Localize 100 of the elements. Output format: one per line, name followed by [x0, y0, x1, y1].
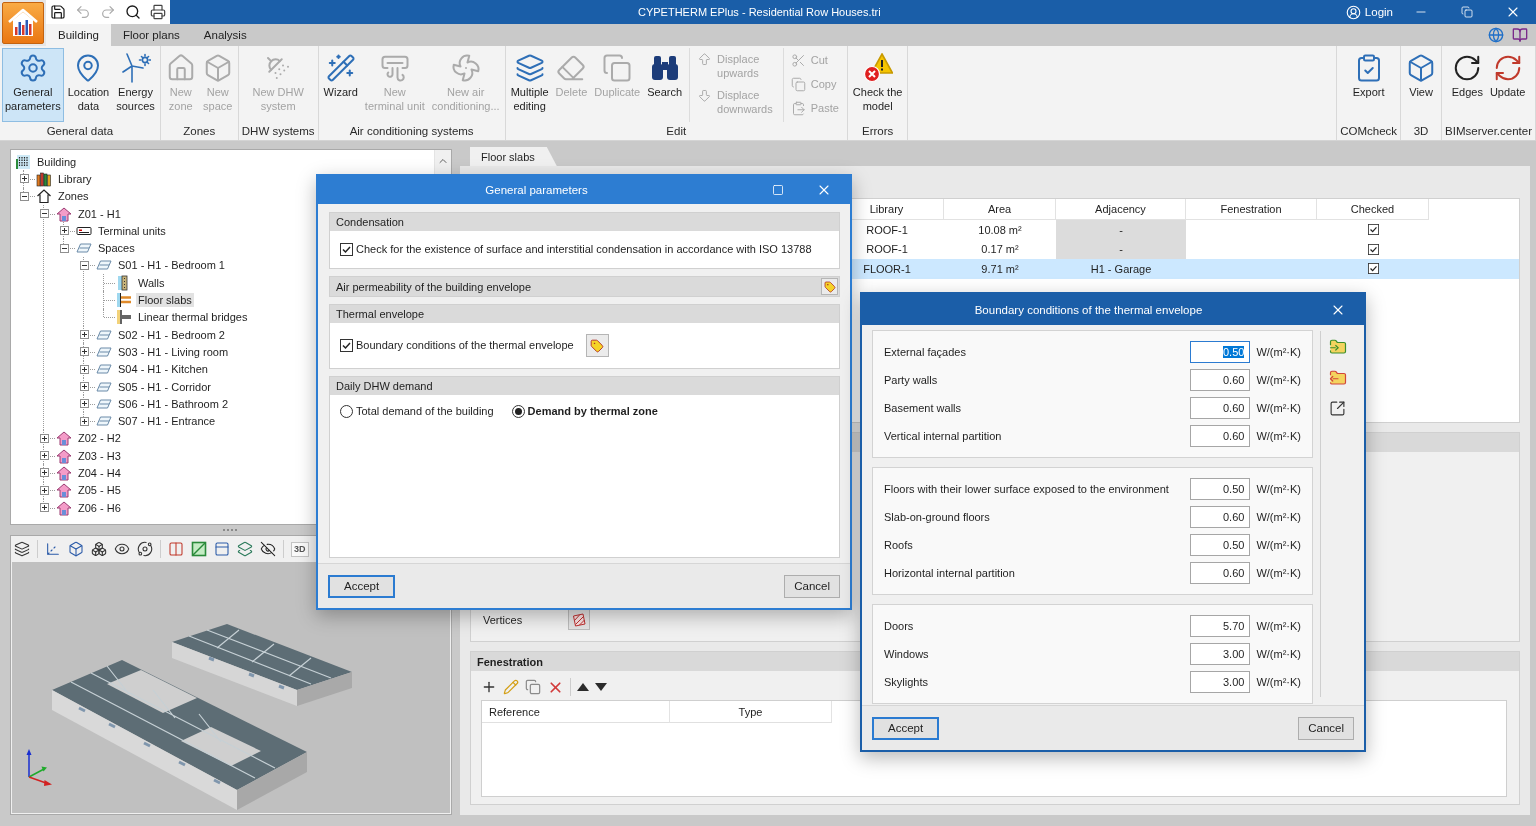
- tree-item[interactable]: Linear thermal bridges: [136, 310, 250, 325]
- checkbox[interactable]: [1367, 224, 1379, 236]
- triangle-down-icon[interactable]: [595, 683, 607, 691]
- square-arrow-icon[interactable]: [1329, 400, 1346, 417]
- maximize-icon[interactable]: [772, 184, 784, 196]
- ribbon-button[interactable]: Multiple editing: [507, 48, 552, 122]
- tree-toggle[interactable]: [59, 243, 69, 253]
- panel-tab[interactable]: Floor slabs: [470, 147, 557, 166]
- tree-toggle[interactable]: [39, 468, 49, 478]
- tree-toggle[interactable]: [79, 382, 89, 391]
- value-input[interactable]: 0.60: [1190, 562, 1251, 584]
- checkbox[interactable]: [340, 243, 353, 256]
- search-icon[interactable]: [125, 4, 141, 20]
- value-input[interactable]: 0.60: [1190, 369, 1251, 391]
- value-input[interactable]: 0.60: [1190, 425, 1251, 447]
- tree-toggle[interactable]: [19, 191, 29, 201]
- checkbox[interactable]: [1367, 263, 1379, 275]
- layers-icon[interactable]: [14, 541, 30, 557]
- tree-toggle[interactable]: [79, 347, 89, 357]
- tree-item[interactable]: Z04 - H4: [76, 466, 123, 480]
- checkbox[interactable]: [1367, 243, 1379, 255]
- 3d-viewport[interactable]: [12, 562, 450, 813]
- ribbon-button[interactable]: Location data: [64, 48, 113, 122]
- ribbon-button[interactable]: Energy sources: [113, 48, 158, 122]
- save-icon[interactable]: [50, 4, 66, 20]
- tree-item[interactable]: Z06 - H6: [76, 500, 123, 515]
- tree-item[interactable]: Z05 - H5: [76, 483, 123, 498]
- tree-item[interactable]: Spaces: [96, 241, 137, 256]
- view-3d-button[interactable]: 3D: [291, 541, 309, 557]
- tree-item[interactable]: S06 - H1 - Bathroom 2: [116, 396, 231, 411]
- tree-item[interactable]: Walls: [136, 275, 167, 290]
- checkbox[interactable]: [340, 339, 353, 352]
- tree-item[interactable]: S05 - H1 - Corridor: [116, 379, 213, 394]
- value-input[interactable]: 0.60: [1190, 397, 1251, 419]
- tree-toggle[interactable]: [39, 451, 49, 461]
- login-button[interactable]: Login: [1343, 0, 1395, 24]
- globe-icon[interactable]: [1488, 27, 1504, 43]
- ribbon-button[interactable]: View: [1403, 48, 1440, 122]
- ribbon-button[interactable]: Edges: [1448, 48, 1486, 122]
- folder-arrow-out-icon[interactable]: [1328, 369, 1347, 387]
- radio-button[interactable]: [340, 405, 353, 418]
- tree-item[interactable]: Floor slabs: [136, 293, 194, 307]
- value-input[interactable]: 5.70: [1190, 615, 1251, 637]
- dialog-button[interactable]: Accept: [328, 574, 396, 598]
- eye-icon[interactable]: [114, 541, 130, 557]
- ribbon-button[interactable]: Wizard: [320, 48, 361, 122]
- app-menu-button[interactable]: [2, 2, 44, 44]
- vertices-button[interactable]: [568, 609, 591, 630]
- value-input[interactable]: 3.00: [1190, 643, 1251, 665]
- tree-item[interactable]: S04 - H1 - Kitchen: [116, 362, 210, 377]
- settings-button[interactable]: [585, 334, 609, 357]
- triangle-up-icon[interactable]: [577, 683, 589, 691]
- cube-icon[interactable]: [68, 541, 84, 557]
- dialog-button[interactable]: Cancel: [784, 574, 840, 598]
- tree-item[interactable]: Building: [35, 154, 79, 169]
- ribbon-tab[interactable]: Floor plans: [110, 24, 192, 46]
- stacked-layers-icon[interactable]: [237, 541, 253, 557]
- book-icon[interactable]: [1512, 27, 1528, 43]
- value-input[interactable]: 0.50: [1190, 534, 1251, 556]
- cubes-icon[interactable]: [91, 541, 107, 557]
- value-input[interactable]: 3.00: [1190, 671, 1251, 693]
- split-panel-icon[interactable]: [168, 541, 184, 557]
- table-row[interactable]: FLOOR-1 9.71 m² H1 - Garage: [852, 259, 1519, 279]
- tree-item[interactable]: Z02 - H2: [76, 431, 123, 446]
- dialog-button[interactable]: Accept: [872, 716, 940, 740]
- value-input[interactable]: 0.50: [1190, 341, 1251, 363]
- tree-toggle[interactable]: [79, 364, 89, 374]
- tree-item[interactable]: S03 - H1 - Living room: [116, 344, 231, 359]
- eye-off-icon[interactable]: [260, 541, 276, 557]
- tree-toggle[interactable]: [39, 485, 49, 495]
- tree-toggle[interactable]: [19, 174, 29, 184]
- copy-icon[interactable]: [525, 679, 541, 695]
- tree-item[interactable]: Terminal units: [96, 223, 168, 238]
- diagonal-square-icon[interactable]: [191, 541, 207, 557]
- tree-item[interactable]: Library: [56, 171, 94, 186]
- tree-toggle[interactable]: [59, 226, 69, 236]
- tree-toggle[interactable]: [79, 330, 89, 340]
- ribbon-button[interactable]: General parameters: [2, 48, 64, 122]
- axes-icon[interactable]: [45, 541, 61, 557]
- value-input[interactable]: 0.50: [1190, 478, 1251, 500]
- printer-icon[interactable]: [150, 4, 166, 20]
- tree-toggle[interactable]: [79, 399, 89, 409]
- add-icon[interactable]: [481, 679, 497, 695]
- panel-icon[interactable]: [214, 541, 230, 557]
- restore-icon[interactable]: [1461, 6, 1473, 18]
- ribbon-tab[interactable]: Building: [46, 24, 111, 46]
- tree-item[interactable]: S02 - H1 - Bedroom 2: [116, 327, 227, 342]
- radio-button[interactable]: [511, 405, 525, 418]
- tree-item[interactable]: Z01 - H1: [76, 206, 123, 221]
- tree-toggle[interactable]: [79, 416, 89, 426]
- tree-toggle[interactable]: [39, 503, 49, 513]
- ribbon-button[interactable]: Check the model: [849, 48, 906, 122]
- orbit-icon[interactable]: [137, 541, 153, 557]
- ribbon-tab[interactable]: Analysis: [191, 24, 259, 46]
- tree-item[interactable]: Zones: [56, 189, 91, 204]
- folder-arrow-in-icon[interactable]: [1328, 338, 1347, 356]
- ribbon-button[interactable]: Export: [1349, 48, 1388, 122]
- tree-toggle[interactable]: [39, 433, 49, 443]
- ribbon-button[interactable]: Search: [644, 48, 686, 122]
- ribbon-button[interactable]: Update: [1486, 48, 1529, 122]
